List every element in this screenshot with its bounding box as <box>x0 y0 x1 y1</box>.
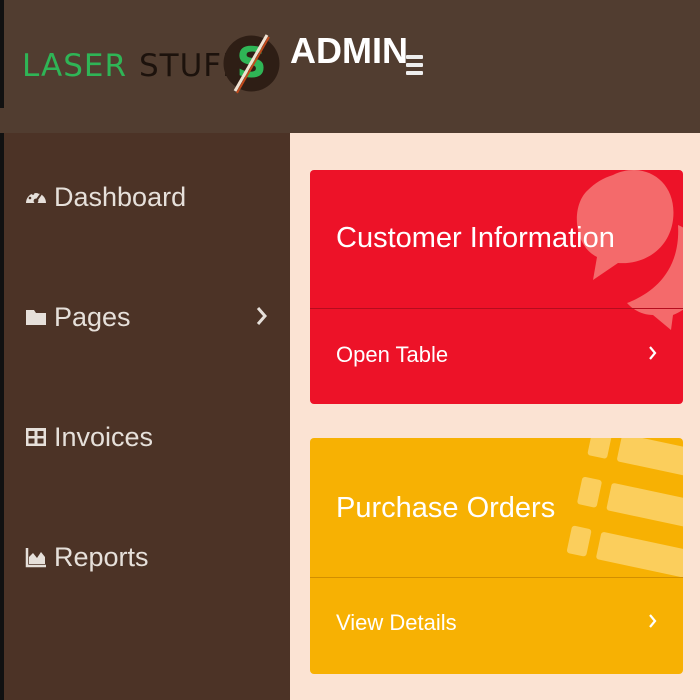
sidebar: Dashboard Pages Invoices Reports <box>0 133 290 700</box>
link-label: View Details <box>336 610 457 635</box>
customer-information-card: Customer Information Open Table <box>310 170 683 404</box>
sidebar-item-invoices[interactable]: Invoices <box>24 417 274 457</box>
admin-title: ADMIN <box>290 30 408 71</box>
sidebar-item-dashboard[interactable]: Dashboard <box>24 177 274 217</box>
sidebar-item-label: Dashboard <box>54 181 187 212</box>
brand-text[interactable]: LASER STUFF <box>22 42 241 90</box>
chevron-right-icon <box>256 303 268 334</box>
sidebar-item-reports[interactable]: Reports <box>24 537 274 577</box>
sidebar-item-label: Invoices <box>54 421 154 452</box>
purchase-orders-card: Purchase Orders View Details <box>310 438 683 674</box>
dashboard-icon <box>24 185 48 209</box>
laser-stuff-logo-icon[interactable]: S <box>223 21 280 106</box>
chevron-right-icon <box>649 345 657 366</box>
top-navbar: LASER STUFF S ADMIN <box>0 0 700 133</box>
sidebar-item-pages[interactable]: Pages <box>24 297 274 337</box>
link-label: Open Table <box>336 342 449 367</box>
chevron-right-icon <box>649 613 657 634</box>
sidebar-item-label: Reports <box>54 541 149 572</box>
hamburger-icon[interactable] <box>406 55 423 77</box>
card-title: Purchase Orders <box>336 492 556 524</box>
open-table-link[interactable]: Open Table <box>310 309 683 404</box>
area-chart-icon <box>24 545 48 569</box>
sidebar-item-label: Pages <box>54 301 131 332</box>
brand-word-laser: LASER <box>22 48 127 84</box>
window-edge <box>0 0 4 108</box>
folder-icon <box>24 305 48 329</box>
table-icon <box>24 425 48 449</box>
view-details-link[interactable]: View Details <box>310 577 683 674</box>
card-title: Customer Information <box>336 222 615 254</box>
